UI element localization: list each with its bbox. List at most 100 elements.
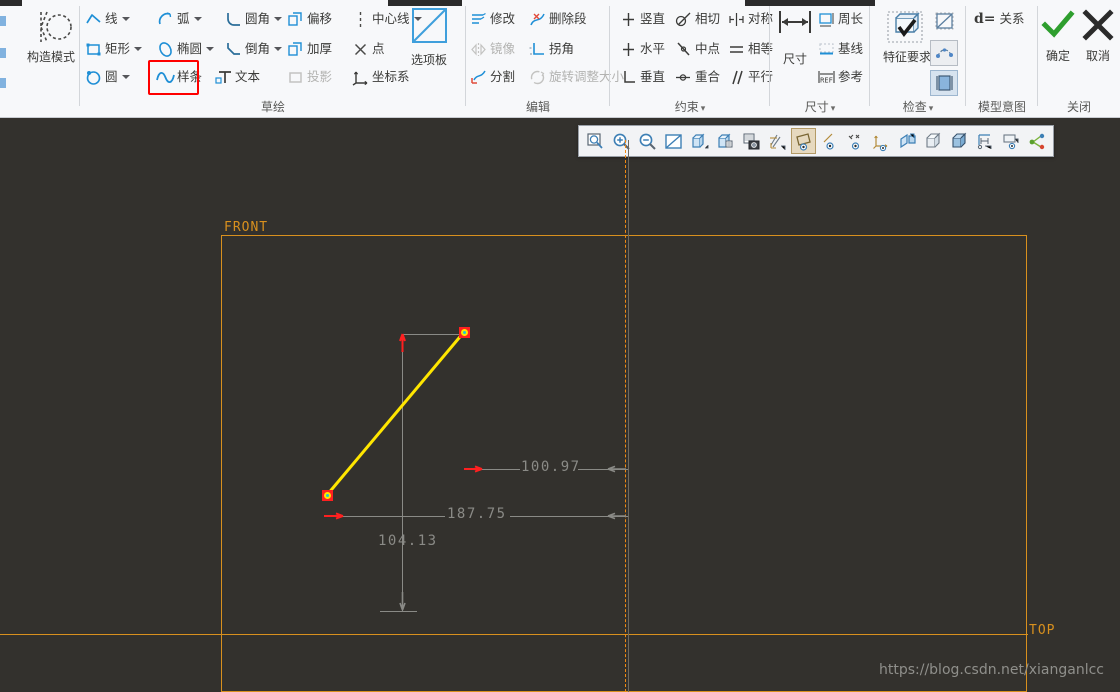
sketch-text-label: 文本 bbox=[235, 69, 261, 84]
group-label-dimension[interactable]: 尺寸 ▾ bbox=[770, 98, 870, 115]
chevron-down-icon[interactable] bbox=[193, 17, 202, 21]
sketch-csys-button[interactable]: 坐标系 bbox=[352, 66, 410, 88]
sketch-rectangle-button[interactable]: 矩形 bbox=[85, 38, 143, 60]
ok-button[interactable]: 确定 bbox=[1038, 10, 1078, 64]
arc-icon bbox=[157, 11, 174, 28]
reference-dimension-icon: REF bbox=[818, 69, 835, 86]
ribbon-toolbar: 构造模式 线 弧 圆角 偏移 中心线 矩形 椭圆 倒角 加厚 点 圆 样条 文本… bbox=[0, 0, 1120, 118]
group-label-constrain-text: 约束 bbox=[674, 100, 699, 114]
ribbon-group-model-intent: d= 关系 模型意图 bbox=[966, 0, 1038, 117]
svg-text:REF: REF bbox=[820, 76, 833, 84]
sketch-line-entity[interactable] bbox=[0, 118, 1120, 692]
sketch-ellipse-button[interactable]: 椭圆 bbox=[157, 38, 215, 60]
palette-button[interactable]: 选项板 bbox=[398, 6, 460, 68]
ribbon-panel-sliver bbox=[0, 6, 22, 117]
constraint-tangent-label: 相切 bbox=[695, 11, 721, 26]
sketch-spline-button[interactable]: 样条 bbox=[156, 66, 203, 88]
thicken-icon bbox=[287, 41, 304, 58]
palette-icon bbox=[412, 8, 447, 43]
chevron-down-icon[interactable] bbox=[121, 75, 130, 79]
rotate-resize-icon bbox=[529, 69, 546, 86]
sketch-arc-label: 弧 bbox=[177, 11, 190, 26]
constraint-tangent-button[interactable]: 相切 bbox=[675, 8, 720, 30]
clipped-icon-1 bbox=[0, 16, 6, 26]
line-start-endpoint[interactable] bbox=[322, 490, 333, 501]
mirror-icon bbox=[470, 41, 487, 58]
edit-divide-button[interactable]: 分割 bbox=[470, 66, 515, 88]
relations-label: 关系 bbox=[999, 11, 1025, 26]
construction-mode-label: 构造模式 bbox=[26, 50, 75, 64]
palette-label: 选项板 bbox=[410, 53, 447, 67]
dimension-reference-button[interactable]: REF 参考 bbox=[818, 66, 863, 88]
feature-requirements-label: 特征要求 bbox=[882, 50, 931, 64]
chevron-down-icon[interactable] bbox=[274, 17, 283, 21]
relations-icon: d= bbox=[974, 11, 996, 27]
creo-sketcher-window: 构造模式 线 弧 圆角 偏移 中心线 矩形 椭圆 倒角 加厚 点 圆 样条 文本… bbox=[0, 0, 1120, 692]
sketch-project-button[interactable]: 投影 bbox=[287, 66, 332, 88]
ribbon-group-dimension: 尺寸 周长 基线 REF 参考 尺寸 ▾ bbox=[770, 0, 870, 117]
csys-icon bbox=[352, 69, 369, 86]
overlapping-geometry-button[interactable] bbox=[930, 8, 958, 34]
sketch-rectangle-label: 矩形 bbox=[105, 41, 131, 56]
group-label-constrain[interactable]: 约束 ▾ bbox=[610, 98, 770, 115]
chevron-down-icon[interactable] bbox=[206, 47, 215, 51]
sketch-chamfer-button[interactable]: 倒角 bbox=[225, 38, 283, 60]
centerline-icon bbox=[352, 11, 369, 28]
sketch-thicken-label: 加厚 bbox=[307, 41, 333, 56]
edit-mirror-button[interactable]: 镜像 bbox=[470, 38, 515, 60]
spline-icon bbox=[156, 69, 175, 86]
sketch-text-button[interactable]: 文本 bbox=[215, 66, 260, 88]
constraint-horizontal-button[interactable]: 水平 bbox=[620, 38, 665, 60]
sketch-point-button[interactable]: 点 bbox=[352, 38, 385, 60]
sketch-thicken-button[interactable]: 加厚 bbox=[287, 38, 332, 60]
constraint-parallel-button[interactable]: 平行 bbox=[728, 66, 773, 88]
dimension-perimeter-button[interactable]: 周长 bbox=[818, 8, 863, 30]
sketch-line-button[interactable]: 线 bbox=[85, 8, 130, 30]
edit-corner-button[interactable]: 拐角 bbox=[529, 38, 574, 60]
ribbon-group-construction: 构造模式 bbox=[22, 0, 80, 117]
graphics-canvas[interactable]: FRONT TOP 104.13 100.97 187.75 https://b… bbox=[0, 118, 1120, 692]
parallel-constraint-icon bbox=[728, 69, 745, 86]
midpoint-constraint-icon bbox=[675, 41, 692, 58]
chevron-down-icon[interactable] bbox=[121, 17, 130, 21]
sketch-fillet-button[interactable]: 圆角 bbox=[225, 8, 283, 30]
ellipse-icon bbox=[157, 41, 174, 58]
group-label-model-intent: 模型意图 bbox=[977, 100, 1026, 114]
constraint-perpendicular-button[interactable]: 垂直 bbox=[620, 66, 665, 88]
clipped-icon-3 bbox=[0, 78, 6, 88]
highlight-open-ends-button[interactable] bbox=[930, 40, 958, 66]
watermark: https://blog.csdn.net/xianganlcc bbox=[878, 662, 1104, 678]
line-end-endpoint[interactable] bbox=[459, 327, 470, 338]
cancel-button[interactable]: 取消 bbox=[1078, 9, 1118, 64]
constraint-coincident-button[interactable]: 重合 bbox=[675, 66, 720, 88]
construction-mode-button[interactable]: 构造模式 bbox=[24, 8, 78, 65]
clipped-icon-2 bbox=[0, 48, 6, 58]
sketch-arc-button[interactable]: 弧 bbox=[157, 8, 202, 30]
edit-delete-segment-button[interactable]: 删除段 bbox=[529, 8, 587, 30]
sketch-offset-button[interactable]: 偏移 bbox=[287, 8, 332, 30]
sketch-circle-button[interactable]: 圆 bbox=[85, 66, 130, 88]
constraint-vertical-button[interactable]: 竖直 bbox=[620, 8, 665, 30]
chevron-down-icon[interactable] bbox=[274, 47, 283, 51]
project-icon bbox=[287, 69, 304, 86]
ok-label: 确定 bbox=[1045, 49, 1070, 63]
constraint-coincident-label: 重合 bbox=[695, 69, 721, 84]
constraint-symmetric-button[interactable]: 对称 bbox=[728, 8, 773, 30]
sketch-line-label: 线 bbox=[105, 11, 118, 26]
circle-icon bbox=[85, 69, 102, 86]
overlapping-geometry-icon bbox=[935, 12, 953, 30]
text-icon bbox=[215, 69, 232, 86]
line-icon bbox=[85, 11, 102, 28]
dimension-baseline-label: 基线 bbox=[838, 41, 864, 56]
dimension-button[interactable]: 尺寸 bbox=[774, 8, 816, 67]
sketch-spline-label: 样条 bbox=[177, 69, 203, 84]
chevron-down-icon[interactable] bbox=[134, 47, 143, 51]
shade-closed-loops-button[interactable] bbox=[930, 70, 958, 96]
perpendicular-constraint-icon bbox=[620, 69, 637, 86]
group-label-inspect[interactable]: 检查 ▾ bbox=[870, 98, 966, 115]
constraint-midpoint-button[interactable]: 中点 bbox=[675, 38, 720, 60]
edit-modify-button[interactable]: 修改 bbox=[470, 8, 515, 30]
dimension-baseline-button[interactable]: 基线 bbox=[818, 38, 863, 60]
relations-button[interactable]: d= 关系 bbox=[974, 8, 1025, 30]
constraint-equal-button[interactable]: 相等 bbox=[728, 38, 773, 60]
